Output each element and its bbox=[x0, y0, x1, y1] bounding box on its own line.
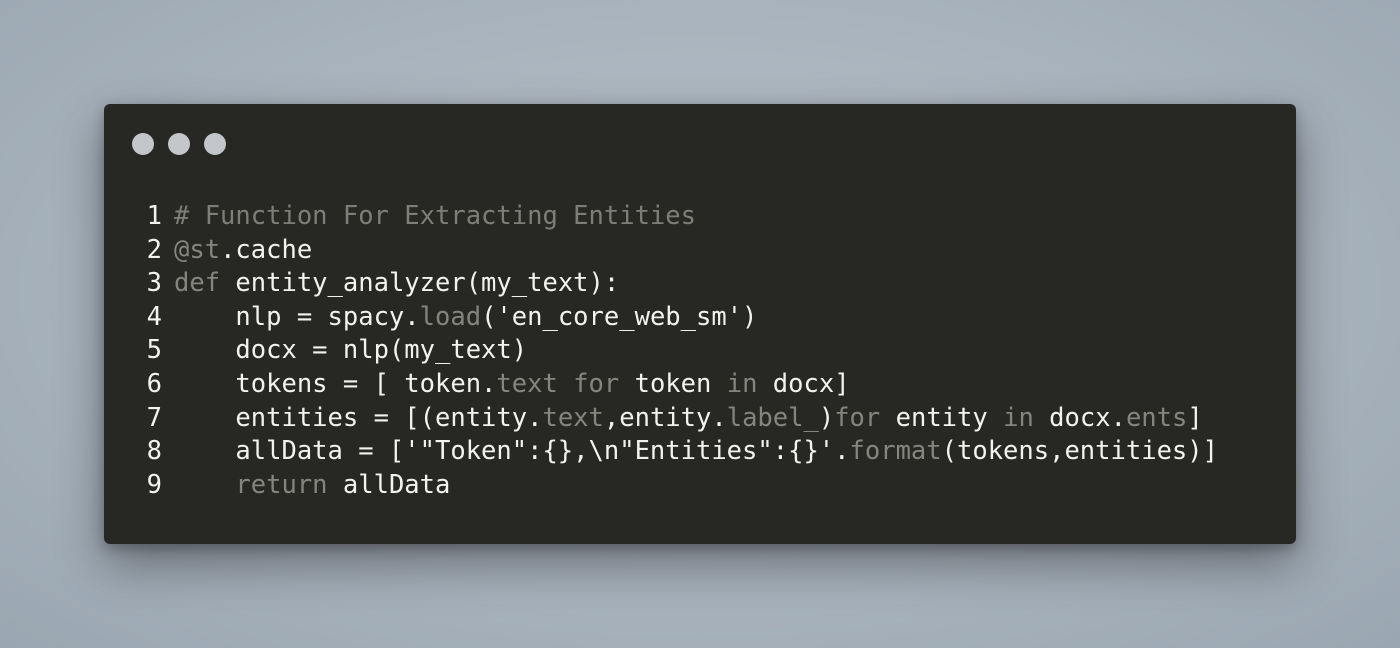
code-line: 1 # Function For Extracting Entities bbox=[104, 200, 1218, 234]
line-number: 4 bbox=[146, 301, 162, 332]
window-controls bbox=[132, 133, 226, 155]
code-line: 4 nlp = spacy.load('en_core_web_sm') bbox=[104, 301, 1218, 335]
code-token: docx] bbox=[757, 368, 850, 399]
code-token-keyword: return bbox=[235, 469, 328, 500]
code-token: (tokens,entities)] bbox=[941, 436, 1218, 467]
code-token: token bbox=[619, 368, 727, 399]
code-token: entity bbox=[880, 402, 1004, 433]
code-line: 7 entities = [(entity.text,entity.label_… bbox=[104, 402, 1218, 436]
line-number: 2 bbox=[146, 234, 162, 265]
code-token: allData bbox=[327, 469, 451, 500]
code-comment: # Function For Extracting Entities bbox=[174, 201, 696, 231]
minimize-dot-icon[interactable] bbox=[168, 133, 190, 155]
code-token: .cache bbox=[220, 234, 313, 265]
code-token-keyword: def bbox=[174, 268, 221, 299]
code-token-keyword: in bbox=[1003, 402, 1034, 433]
code-text: @st.cache bbox=[174, 234, 312, 268]
close-dot-icon[interactable] bbox=[132, 133, 154, 155]
line-number: 6 bbox=[146, 368, 162, 399]
code-text: nlp = spacy.load('en_core_web_sm') bbox=[174, 301, 757, 335]
code-text: def entity_analyzer(my_text): bbox=[174, 267, 619, 301]
code-token-keyword: label_ bbox=[726, 402, 819, 433]
code-token-keyword: format bbox=[849, 436, 942, 467]
code-block: 1 # Function For Extracting Entities 2 @st.… bbox=[104, 200, 1218, 502]
code-token: tokens = [ token. bbox=[174, 368, 497, 399]
code-window: 1 # Function For Extracting Entities 2 @st.… bbox=[104, 104, 1296, 544]
code-token: docx. bbox=[1033, 402, 1126, 433]
code-token-keyword: load bbox=[419, 301, 482, 332]
code-text: return allData bbox=[174, 469, 450, 503]
code-token: ,entity. bbox=[603, 402, 727, 433]
code-token: ] bbox=[1187, 402, 1203, 433]
code-line: 8 allData = ['"Token":{},\n"Entities":{}… bbox=[104, 435, 1218, 469]
code-text: entities = [(entity.text,entity.label_)f… bbox=[174, 402, 1203, 436]
code-text: tokens = [ token.text for token in docx] bbox=[174, 368, 850, 402]
code-token: allData = ['"Token":{},\n"Entities":{}'. bbox=[174, 436, 850, 467]
code-token-keyword: for bbox=[573, 368, 620, 399]
code-text: allData = ['"Token":{},\n"Entities":{}'.… bbox=[174, 435, 1218, 469]
code-token: nlp = spacy. bbox=[174, 301, 420, 332]
code-token-keyword: ents bbox=[1125, 402, 1188, 433]
code-token: ) bbox=[818, 402, 835, 433]
code-text: docx = nlp(my_text) bbox=[174, 334, 527, 368]
code-token: docx = nlp(my_text) bbox=[174, 335, 528, 366]
code-line: 2 @st.cache bbox=[104, 234, 1218, 268]
code-token: entity_analyzer(my_text): bbox=[220, 268, 620, 299]
zoom-dot-icon[interactable] bbox=[204, 133, 226, 155]
line-number: 3 bbox=[146, 268, 162, 299]
code-token-keyword: text bbox=[542, 402, 604, 433]
line-number: 9 bbox=[146, 469, 162, 500]
code-token-keyword: for bbox=[834, 402, 881, 433]
line-number: 5 bbox=[146, 335, 162, 366]
code-line: 5 docx = nlp(my_text) bbox=[104, 334, 1218, 368]
code-line: 9 return allData bbox=[104, 469, 1218, 503]
code-token: ('en_core_web_sm') bbox=[481, 301, 758, 332]
code-token-keyword: in bbox=[726, 368, 758, 399]
line-number: 7 bbox=[146, 402, 162, 433]
code-line: 3 def entity_analyzer(my_text): bbox=[104, 267, 1218, 301]
code-token-keyword: @st bbox=[174, 234, 221, 265]
code-token-keyword: text bbox=[496, 368, 558, 399]
code-text: # Function For Extracting Entities bbox=[174, 200, 696, 234]
line-number: 1 bbox=[146, 201, 162, 231]
code-line: 6 tokens = [ token.text for token in doc… bbox=[104, 368, 1218, 402]
code-token: entities = [(entity. bbox=[174, 402, 543, 433]
line-number: 8 bbox=[146, 436, 162, 467]
